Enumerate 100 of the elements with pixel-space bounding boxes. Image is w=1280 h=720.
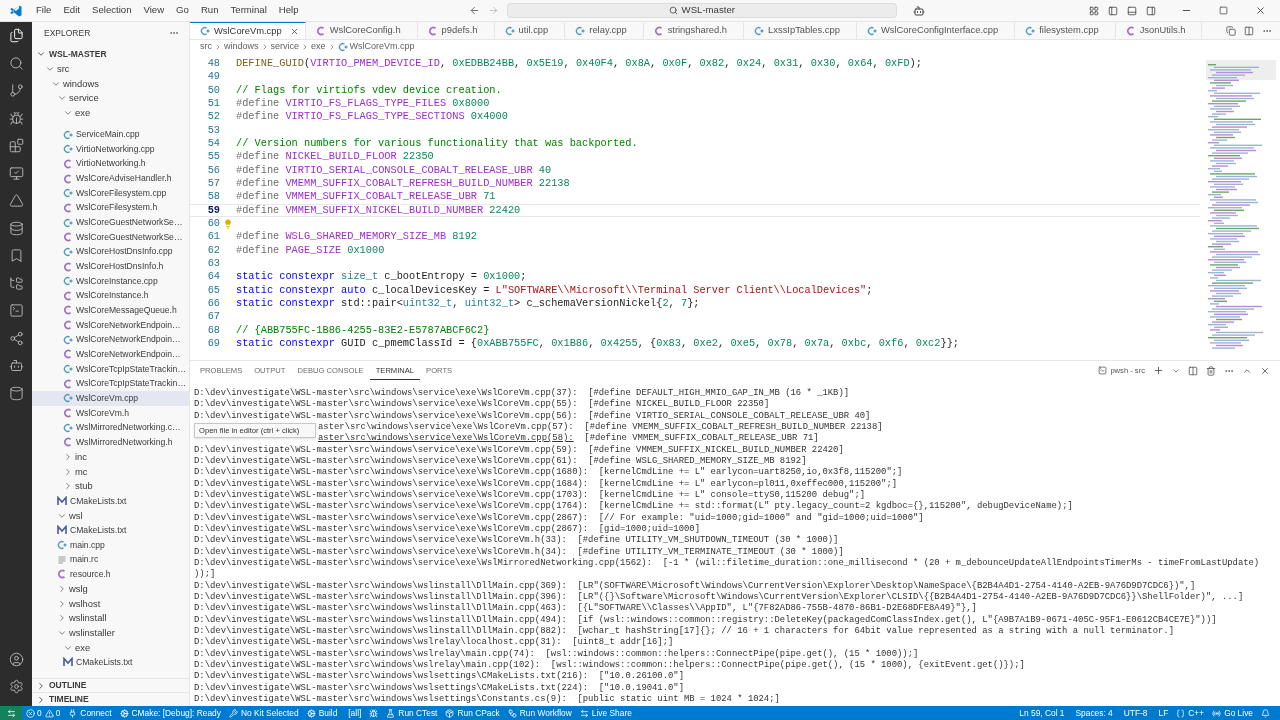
status-item[interactable]: Run CTest — [395, 706, 442, 720]
menu-item[interactable]: Go — [170, 3, 195, 18]
menu-item[interactable]: File — [30, 3, 58, 18]
file-tree-item[interactable]: WslCoreFilesystem.cpp — [32, 185, 189, 201]
folder-tree-item[interactable]: wslinstall — [32, 610, 189, 626]
status-item[interactable]: Go Live — [1221, 706, 1257, 720]
file-tree-item[interactable]: ServiceMain.cpp — [32, 127, 189, 142]
folder-tree-item[interactable]: wsl — [32, 508, 189, 523]
editor-tab[interactable]: util.cpp — [494, 22, 566, 39]
status-item[interactable]: Live Share — [588, 706, 636, 720]
section-header[interactable]: OUTLINE — [32, 678, 189, 692]
code-line: // {ABB755FC-1B86-4255-83E2-E5787ABCF6C2} — [236, 322, 490, 338]
file-tree-item[interactable]: WslCoreNetworkEndpoin… — [32, 347, 189, 362]
terminal-line: D:\dev\investigate\WSL-master\src\windows\service\exe\WslCoreVm.h(34): [#define UTILITY_VM_TERMINATE_TIMEOUT (30 * 1000)] — [194, 546, 844, 557]
folder-tree-item[interactable]: exe — [32, 105, 189, 121]
breadcrumb-item[interactable]: src — [200, 40, 212, 54]
search-field[interactable]: WSL-master — [506, 3, 897, 18]
code-line: #define VMMEM_SUFFIX_NICKEL_BUILD_NUMBER 22420 — [236, 202, 521, 218]
code-line: #define VIRTIO_SERIAL_CONSOLE_COBALT_RELEASE_UBR 40 — [236, 162, 552, 178]
file-tree-item[interactable]: CMakeLists.txt — [32, 654, 189, 670]
menu-item[interactable]: Run — [194, 3, 225, 18]
file-tree-item[interactable]: main.rc — [32, 552, 189, 567]
file-tree-item[interactable]: WslCoreNetworkEndpoin… — [32, 332, 189, 348]
status-item[interactable]: CMake: [Debug]: Ready — [128, 706, 225, 720]
file-tree-item[interactable]: VirtioNetworking.cpp — [32, 141, 189, 157]
file-tree-item[interactable]: WslCoreHostDnsInfo.h — [32, 259, 189, 274]
breadcrumb-item[interactable]: service — [270, 40, 300, 54]
line-number: 48 — [206, 55, 220, 71]
file-tree-item[interactable]: WslCoreVm.h — [32, 405, 189, 421]
status-item[interactable]: Connect — [77, 706, 116, 720]
file-tree-item[interactable]: WslCoreAdviseHandler.h — [32, 171, 189, 186]
file-tree-item[interactable]: CMakeLists.txt — [32, 523, 189, 538]
status-item[interactable]: [all] — [345, 706, 366, 720]
code-line: static constexpr size_t c_bootEntropy = 0x1000; — [236, 269, 527, 285]
file-tree-item[interactable]: CMakeLists.txt — [32, 493, 189, 509]
editor-tab[interactable]: WslCoreConfigInterface.cpp — [856, 22, 1016, 39]
editor-tab[interactable]: stringshared.h — [643, 22, 745, 39]
line-number: 69 — [206, 335, 220, 351]
menu-item[interactable]: Help — [272, 3, 305, 18]
status-item[interactable]: Run CPack — [454, 706, 504, 720]
status-item[interactable]: C++ — [1185, 706, 1209, 720]
line-number: 55 — [206, 149, 220, 165]
status-item[interactable]: UTF-8 — [1120, 706, 1152, 720]
file-tree-item[interactable]: WslCoreTcpIpStateTrackin… — [32, 361, 189, 377]
file-tree-item[interactable]: WslCoreFilesystem.h — [32, 200, 189, 216]
folder-tree-item[interactable]: windows — [32, 76, 189, 91]
file-tree-item[interactable]: WslCoreGuestNetworkSe… — [32, 215, 189, 230]
file-tree-item[interactable]: WslCoreInstance.h — [32, 288, 189, 304]
file-tree-item[interactable]: main.cpp — [32, 537, 189, 553]
line-number: 54 — [206, 135, 220, 151]
folder-tree-item[interactable]: stub — [32, 479, 189, 494]
file-tree-item[interactable]: resource.h — [32, 566, 189, 582]
file-tree-item[interactable]: WslMirroredNetworking.h — [32, 435, 189, 450]
code-line: static constexpr auto c_localDevicesKey = L"SOFTWARE\\Microsoft\\Terminal Server Client\\LocalDevices"; — [236, 282, 873, 298]
editor-tab[interactable]: p9defs.h — [417, 22, 495, 39]
file-tree-item[interactable]: WslCoreTcpIpStateTrackin… — [32, 376, 189, 392]
file-tree-item[interactable]: WslMirroredNetworking.c… — [32, 420, 189, 436]
folder-tree-item[interactable]: wslg — [32, 581, 189, 597]
editor-tab[interactable]: WslCoreConfig.h — [305, 22, 418, 39]
status-item[interactable]: No Kit Selected — [237, 706, 303, 720]
folder-tree-item[interactable]: src — [32, 61, 189, 77]
status-item[interactable]: Spaces: 4 — [1072, 706, 1117, 720]
editor-tab[interactable]: filesystem.cpp — [1015, 22, 1116, 39]
breadcrumb-item[interactable]: windows — [224, 40, 259, 54]
terminal-line: D:\dev\investigate\WSL-master\src\windows\service\exe\WslCoreVm.cpp(56): [#define VIRTIO_SERIAL_CONSOLE_COBALT_RELEASE_UBR 40] — [194, 410, 871, 421]
status-item[interactable]: Run Workflow — [516, 706, 576, 720]
file-tree-item[interactable]: WslCoreNetworkEndpoin… — [32, 317, 189, 333]
editor-tab[interactable]: WslCoreVm.cpp — [190, 22, 306, 39]
line-number: 68 — [206, 322, 220, 338]
editor-tab[interactable]: relay.cpp — [565, 22, 644, 39]
folder-tree-item[interactable]: mc — [32, 464, 189, 480]
file-tree-item[interactable]: WslCoreVm.cpp — [32, 391, 189, 406]
file-tree-item[interactable]: WslCoreMessageQueue.h — [32, 303, 189, 318]
folder-tree-item[interactable]: inc — [32, 449, 189, 465]
code-line: DEFINE_GUID(VIRTIO_PMEM_DEVICE_ID, 0xEDBB24BB, 0x5E19, 0x40F4, 0x8A, 0x0F, 0x82, 0x24, 0x31, 0x30, 0x64, 0xFD); — [236, 55, 922, 71]
folder-root[interactable]: WSL-MASTER — [32, 47, 189, 62]
file-tree-item[interactable]: VirtioNetworking.h — [32, 156, 189, 172]
editor-tab[interactable]: LxssIpTables.cpp — [744, 22, 857, 39]
status-item[interactable]: Build — [315, 706, 342, 720]
error-count[interactable]: 0 — [37, 706, 42, 720]
menu-item[interactable]: View — [137, 3, 171, 18]
breadcrumb-item[interactable]: exe — [311, 40, 326, 54]
folder-tree-item[interactable]: wslinstaller — [32, 625, 189, 641]
menu-item[interactable]: Terminal — [224, 3, 273, 18]
status-item[interactable]: Ln 59, Col 1 — [1016, 706, 1069, 720]
file-tree-item[interactable]: WslCoreHostDnsInfo.cpp — [32, 244, 189, 260]
editor-tab[interactable]: JsonUtils.h — [1115, 22, 1203, 39]
file-tree-item[interactable]: WslCoreGuestNetworkSe… — [32, 229, 189, 245]
menu-item[interactable]: Edit — [57, 3, 86, 18]
folder-tree-item[interactable]: wslhost — [32, 596, 189, 611]
file-tree-item[interactable]: WslCoreInstance.cpp — [32, 273, 189, 289]
warning-count[interactable]: 0 — [55, 706, 61, 720]
folder-tree-item[interactable]: service — [32, 90, 189, 106]
folder-tree-item[interactable]: exe — [32, 640, 189, 655]
status-item[interactable]: LF — [1155, 706, 1173, 720]
menu-item[interactable]: Selection — [86, 3, 138, 18]
breadcrumb-item[interactable]: WslCoreVm.cpp — [349, 40, 415, 54]
line-number: 59 — [206, 202, 220, 218]
terminal-line: aster\src\windows\service\exe\WslCoreVm.cpp(57): [#define VMEMM_SUFFIX_COBALT_REFRESH_BUILD_NUMBER 22138] — [318, 422, 883, 432]
terminal-line: D:\dev\investigate\WSL-master\src\windows\wslrelay\main.cpp(74): [wsl::windows::common::helpers::ConnectPipe(pipe.get(), (15 * 1000));] — [194, 648, 919, 659]
